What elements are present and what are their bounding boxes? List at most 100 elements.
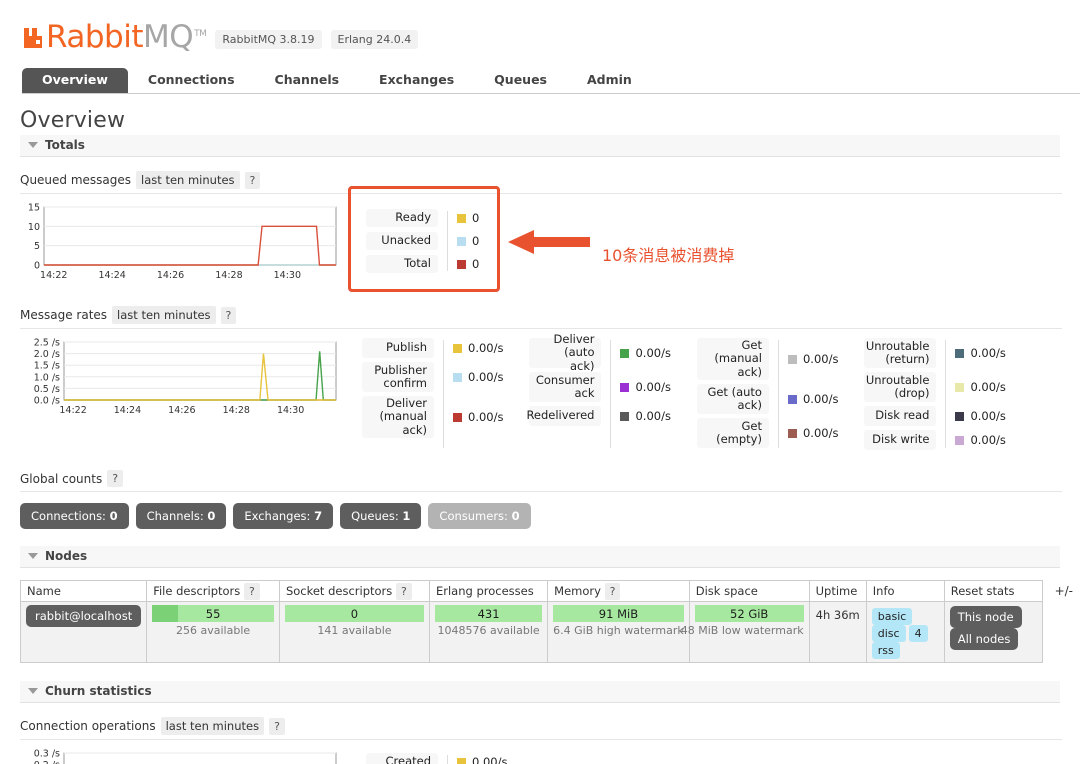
connection-operations-help-icon[interactable]: ?	[269, 717, 285, 735]
section-title-churn: Churn statistics	[45, 684, 152, 698]
reset-stats-button[interactable]: This node	[949, 606, 1022, 628]
message-rates-legend: Publish Publisher confirm Deliver (manual ack…	[362, 333, 1006, 450]
node-info-chip[interactable]: basic	[871, 608, 913, 625]
legend-value: 0.00/s	[472, 755, 508, 764]
expand-collapse-columns-button[interactable]: +/-	[1049, 584, 1073, 598]
svg-text:14:24: 14:24	[114, 405, 141, 416]
legend-group-spacer	[503, 338, 529, 450]
legend-key[interactable]: Deliver (manual ack)	[362, 396, 434, 438]
svg-text:14:28: 14:28	[215, 270, 242, 281]
legend-divider	[447, 211, 448, 271]
legend-key[interactable]: Deliver (auto ack)	[529, 333, 602, 372]
rabbitmq-logo[interactable]: RabbitMQTM	[22, 19, 207, 55]
cell-file-descriptors: 55 256 available	[146, 601, 280, 663]
svg-text:14:22: 14:22	[40, 270, 67, 281]
disk-space-value: 52 GiB	[730, 606, 769, 621]
legend-value-row: 0.00/s	[955, 406, 1006, 426]
svg-text:14:24: 14:24	[98, 270, 125, 281]
node-info-chip[interactable]: 4	[908, 625, 928, 642]
legend-divider	[447, 755, 448, 764]
meter-fill	[152, 605, 178, 622]
legend-color-swatch	[620, 348, 630, 358]
annotation-text: 10条消息被消费掉	[602, 246, 735, 265]
legend-color-swatch	[457, 757, 466, 764]
legend-key[interactable]: Get (empty)	[696, 418, 769, 448]
global-count-badge[interactable]: Consumers: 0	[428, 503, 531, 529]
global-counts-label: Global counts	[20, 471, 103, 486]
legend-key[interactable]: Publish	[362, 338, 434, 358]
nodes-table-wrapper: Name File descriptors ? Socket descripto…	[19, 580, 1080, 663]
socket-descriptors-help-icon[interactable]: ?	[395, 583, 412, 600]
legend-value-row: 0.00/s	[620, 338, 671, 368]
global-counts-help-icon[interactable]: ?	[107, 470, 124, 487]
collapse-triangle-icon	[28, 688, 38, 694]
reset-stats-button[interactable]: All nodes	[949, 628, 1019, 650]
legend-value-row: 0.00/s	[453, 362, 503, 392]
legend-color-swatch	[453, 343, 462, 353]
node-info-chip[interactable]: rss	[871, 642, 900, 659]
cell-spacer	[1042, 602, 1079, 663]
legend-key[interactable]: Created	[366, 753, 438, 764]
legend-divider	[443, 340, 444, 448]
legend-key[interactable]: Consumer ack	[529, 372, 602, 402]
queued-messages-help-icon[interactable]: ?	[244, 171, 261, 189]
global-counts-header: Global counts ?	[20, 470, 1062, 492]
global-count-badge[interactable]: Exchanges: 7	[233, 503, 334, 529]
legend-value: 0.00/s	[468, 341, 504, 355]
legend-key[interactable]: Publisher confirm	[362, 362, 434, 392]
col-file-descriptors: File descriptors ?	[146, 580, 280, 602]
svg-text:14:28: 14:28	[223, 405, 250, 416]
legend-key[interactable]: Unroutable (drop)	[864, 372, 937, 402]
tab-channels[interactable]: Channels	[255, 68, 360, 94]
connection-operations-range-chip[interactable]: last ten minutes	[160, 717, 265, 735]
tab-admin[interactable]: Admin	[567, 68, 652, 94]
global-count-badge[interactable]: Channels: 0	[135, 503, 227, 529]
tab-exchanges[interactable]: Exchanges	[359, 68, 474, 94]
logo-text-rabbit: Rabbit	[46, 19, 143, 55]
main-navigation-tabs: Overview Connections Channels Exchanges …	[22, 67, 1080, 94]
disk-space-note: 48 MiB low watermark	[680, 624, 804, 637]
global-count-badge[interactable]: Connections: 0	[20, 503, 129, 529]
rabbitmq-logo-icon	[24, 27, 42, 48]
app-header: RabbitMQTM RabbitMQ 3.8.19 Erlang 24.0.4	[0, 0, 1080, 53]
legend-value: 0.00/s	[970, 346, 1006, 360]
legend-color-swatch	[955, 435, 965, 445]
global-counts-badges: Connections: 0 Channels: 0 Exchanges: 7 Que…	[20, 503, 1080, 529]
node-info-chip[interactable]: disc	[871, 625, 906, 642]
tab-queues[interactable]: Queues	[474, 68, 567, 94]
legend-key[interactable]: Get (auto ack)	[696, 384, 769, 414]
memory-help-icon[interactable]: ?	[604, 583, 621, 600]
node-name-link[interactable]: rabbit@localhost	[26, 605, 142, 627]
cell-info: basicdisc 4 rss	[865, 601, 945, 663]
legend-value: 0.00/s	[635, 380, 671, 394]
global-count-badge[interactable]: Queues: 1	[340, 503, 422, 529]
legend-color-swatch	[453, 372, 462, 382]
legend-key[interactable]: Unacked	[366, 232, 438, 250]
legend-key[interactable]: Disk read	[864, 406, 937, 426]
tab-connections[interactable]: Connections	[128, 68, 255, 94]
message-rates-help-icon[interactable]: ?	[220, 306, 237, 324]
legend-key[interactable]: Ready	[366, 209, 438, 227]
legend-key[interactable]: Disk write	[864, 430, 937, 450]
legend-key[interactable]: Redelivered	[526, 406, 602, 426]
tab-overview[interactable]: Overview	[22, 67, 128, 93]
message-rates-range-chip[interactable]: last ten minutes	[112, 306, 216, 324]
queued-messages-range-chip[interactable]: last ten minutes	[136, 171, 240, 189]
section-header-churn[interactable]: Churn statistics	[20, 681, 1060, 703]
legend-value: 0.00/s	[468, 370, 504, 384]
connection-operations-header: Connection operations last ten minutes ?	[20, 717, 1062, 740]
legend-value-row: 0.00/s	[453, 396, 503, 438]
section-header-nodes[interactable]: Nodes	[20, 546, 1060, 568]
section-header-totals[interactable]: Totals	[20, 135, 1060, 157]
legend-key[interactable]: Get (manual ack)	[696, 338, 769, 380]
svg-text:14:22: 14:22	[59, 405, 86, 416]
socket-descriptors-value: 0	[350, 606, 359, 621]
legend-value-row: 0.00/s	[453, 338, 503, 358]
legend-color-swatch	[955, 348, 965, 358]
file-descriptors-help-icon[interactable]: ?	[243, 583, 260, 600]
legend-key[interactable]: Total	[366, 255, 438, 273]
legend-value-row: 0	[457, 209, 479, 227]
erlang-version-badge: Erlang 24.0.4	[330, 30, 419, 49]
legend-key[interactable]: Unroutable (return)	[864, 338, 937, 368]
memory-meter: 91 MiB	[553, 605, 684, 622]
